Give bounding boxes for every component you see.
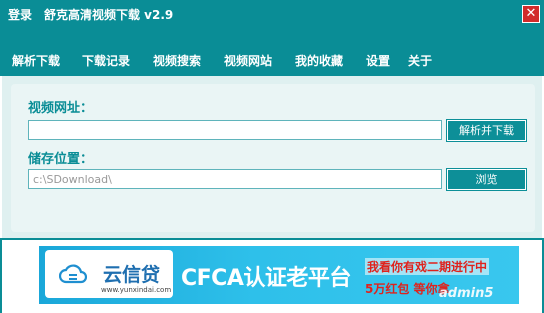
url-label: 视频网址：: [28, 101, 94, 116]
watermark: admin5: [439, 286, 494, 301]
location-input[interactable]: [28, 169, 442, 189]
menu-item-download-history[interactable]: 下载记录: [82, 52, 130, 69]
close-button[interactable]: ✕: [522, 5, 540, 23]
ad-promo-line2: 5万红包 等你拿: [365, 282, 450, 296]
parse-download-button[interactable]: 解析并下载: [446, 119, 527, 142]
ad-banner[interactable]: 云信贷 www.yunxindai.com CFCA认证老平台 我看你有戏二期进…: [39, 246, 519, 304]
app-title: 舒克高清视频下载 v2.9: [44, 8, 174, 22]
download-panel: 视频网址： 解析并下载 储存位置： 浏览: [11, 84, 535, 232]
location-label: 储存位置：: [28, 152, 94, 167]
ad-headline: CFCA认证老平台: [181, 266, 351, 291]
ad-area: 云信贷 www.yunxindai.com CFCA认证老平台 我看你有戏二期进…: [0, 238, 544, 313]
menu-bar: 解析下载 下载记录 视频搜索 视频网站 我的收藏 设置 关于: [0, 28, 544, 76]
menu-item-settings[interactable]: 设置: [366, 52, 390, 69]
menu-item-parse-download[interactable]: 解析下载: [12, 52, 60, 69]
menu-item-video-search[interactable]: 视频搜索: [153, 52, 201, 69]
main-area: 视频网址： 解析并下载 储存位置： 浏览: [0, 76, 544, 238]
menu-item-favorites[interactable]: 我的收藏: [295, 52, 343, 69]
ad-logo-domain: www.yunxindai.com: [101, 286, 172, 294]
browse-button[interactable]: 浏览: [446, 168, 527, 191]
ad-logo: 云信贷 www.yunxindai.com: [45, 250, 173, 298]
ad-promo-line1: 我看你有戏二期进行中: [365, 258, 490, 275]
url-input[interactable]: [28, 120, 442, 140]
login-link[interactable]: 登录: [8, 6, 32, 23]
close-icon: ✕: [525, 6, 537, 21]
cloud-icon: [59, 264, 87, 284]
menu-item-video-sites[interactable]: 视频网站: [224, 52, 272, 69]
title-bar: 登录 舒克高清视频下载 v2.9 ✕: [0, 0, 544, 28]
ad-logo-text: 云信贷: [103, 264, 161, 286]
menu-item-about[interactable]: 关于: [408, 52, 432, 69]
